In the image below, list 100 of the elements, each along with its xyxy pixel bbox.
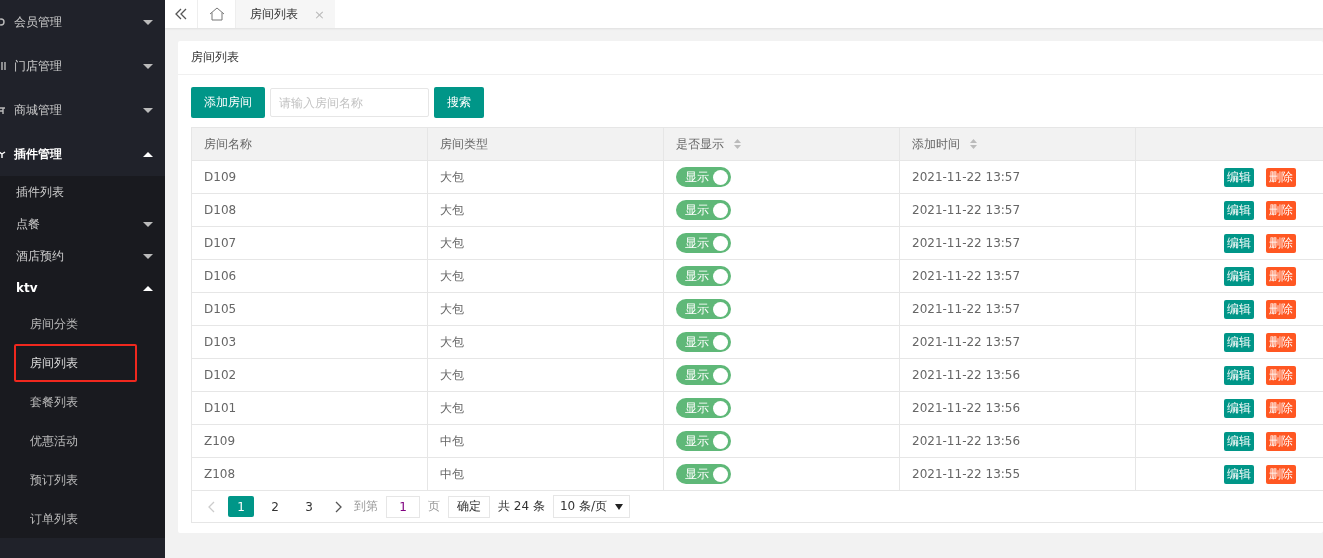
chevron-right-icon[interactable] (334, 500, 342, 513)
caret-icon (143, 151, 153, 157)
page-button[interactable]: 1 (228, 496, 254, 517)
sidebar-item[interactable]: 预订列表 (14, 461, 137, 499)
page-size-select[interactable]: 10 条/页 (552, 495, 631, 518)
goto-label: 到第 (354, 498, 378, 515)
delete-button[interactable]: 删除 (1265, 233, 1296, 253)
total-count: 共 24 条 (498, 498, 545, 515)
column-header[interactable]: 是否显示 (663, 127, 900, 161)
table-cell: Z109 (191, 424, 428, 458)
table-cell: 大包 (427, 292, 664, 326)
delete-button[interactable]: 删除 (1265, 299, 1296, 319)
sidebar-item[interactable]: 优惠活动 (14, 422, 137, 460)
visibility-switch[interactable]: 显示 (676, 464, 731, 484)
visibility-switch[interactable]: 显示 (676, 299, 731, 319)
visibility-switch[interactable]: 显示 (676, 233, 731, 253)
delete-button[interactable]: 删除 (1265, 332, 1296, 352)
caret-icon (143, 285, 153, 291)
visibility-switch[interactable]: 显示 (676, 365, 731, 385)
table-cell: 2021-11-22 13:57 (899, 259, 1136, 293)
table-cell: 大包 (427, 391, 664, 425)
caret-icon (143, 19, 153, 25)
caret-icon (143, 107, 153, 113)
table-cell: 大包 (427, 259, 664, 293)
table-cell: D107 (191, 226, 428, 260)
table-cell: D106 (191, 259, 428, 293)
table-cell: 大包 (427, 226, 664, 260)
delete-button[interactable]: 删除 (1265, 200, 1296, 220)
delete-button[interactable]: 删除 (1265, 431, 1296, 451)
visibility-switch[interactable]: 显示 (676, 200, 731, 220)
visibility-switch[interactable]: 显示 (676, 167, 731, 187)
edit-button[interactable]: 编辑 (1224, 431, 1254, 451)
confirm-button[interactable]: 确定 (448, 495, 490, 518)
page-suffix: 页 (428, 498, 440, 515)
sidebar-item[interactable]: 房间列表 (14, 344, 137, 382)
edit-button[interactable]: 编辑 (1224, 266, 1254, 286)
sidebar-item[interactable]: 房间分类 (14, 305, 137, 343)
edit-button[interactable]: 编辑 (1224, 332, 1254, 352)
table-cell: 中包 (427, 424, 664, 458)
delete-button[interactable]: 删除 (1265, 398, 1296, 418)
delete-button[interactable]: 删除 (1265, 365, 1296, 385)
edit-button[interactable]: 编辑 (1224, 167, 1254, 187)
edit-button[interactable]: 编辑 (1224, 200, 1254, 220)
caret-icon (143, 253, 153, 259)
table-cell: Z108 (191, 457, 428, 491)
table-cell: 2021-11-22 13:57 (899, 226, 1136, 260)
table-cell: 大包 (427, 325, 664, 359)
card-title: 房间列表 (178, 41, 1323, 75)
table-cell: 2021-11-22 13:56 (899, 391, 1136, 425)
sidebar-item[interactable]: 订单列表 (14, 500, 137, 538)
table-cell: 大包 (427, 160, 664, 194)
sidebar-item[interactable]: 插件列表 (0, 176, 165, 208)
caret-icon (143, 221, 153, 227)
column-header: 房间类型 (427, 127, 664, 161)
table-cell: 大包 (427, 358, 664, 392)
edit-button[interactable]: 编辑 (1224, 299, 1254, 319)
table-cell: 2021-11-22 13:56 (899, 358, 1136, 392)
table-cell: 2021-11-22 13:57 (899, 193, 1136, 227)
page-button[interactable]: 3 (296, 496, 322, 517)
sidebar-item[interactable]: 点餐 (0, 208, 165, 240)
delete-button[interactable]: 删除 (1265, 167, 1296, 187)
page-number-field[interactable]: 1 (386, 495, 420, 518)
visibility-switch[interactable]: 显示 (676, 431, 731, 451)
delete-button[interactable]: 删除 (1265, 266, 1296, 286)
dropdown-arrow-icon (615, 503, 624, 510)
table-cell: 2021-11-22 13:57 (899, 325, 1136, 359)
search-button[interactable]: 搜索 (434, 87, 484, 118)
sidebar-item[interactable]: 会员管理 (0, 0, 165, 44)
table-cell: 大包 (427, 193, 664, 227)
search-field[interactable]: 请输入房间名称 (270, 88, 429, 117)
visibility-switch[interactable]: 显示 (676, 266, 731, 286)
collapse-button[interactable] (165, 0, 198, 28)
edit-button[interactable]: 编辑 (1224, 464, 1254, 484)
tab[interactable]: 房间列表 × (236, 0, 335, 28)
edit-button[interactable]: 编辑 (1224, 233, 1254, 253)
table-cell: D102 (191, 358, 428, 392)
edit-button[interactable]: 编辑 (1224, 365, 1254, 385)
sort-icon (733, 139, 741, 149)
page-button[interactable]: 2 (262, 496, 288, 517)
sidebar-item[interactable]: ktv (0, 272, 165, 304)
visibility-switch[interactable]: 显示 (676, 332, 731, 352)
table-cell: D103 (191, 325, 428, 359)
table-cell: 2021-11-22 13:55 (899, 457, 1136, 491)
table-cell: D105 (191, 292, 428, 326)
sidebar-item[interactable]: 酒店预约 (0, 240, 165, 272)
sidebar-item[interactable]: 插件管理 (0, 132, 165, 176)
column-header[interactable]: 添加时间 (899, 127, 1136, 161)
table-cell: D108 (191, 193, 428, 227)
sidebar-item[interactable]: 套餐列表 (14, 383, 137, 421)
sidebar-item[interactable]: 门店管理 (0, 44, 165, 88)
column-header: 房间名称 (191, 127, 428, 161)
visibility-switch[interactable]: 显示 (676, 398, 731, 418)
table-cell: D109 (191, 160, 428, 194)
delete-button[interactable]: 删除 (1265, 464, 1296, 484)
add-room-button[interactable]: 添加房间 (191, 87, 265, 118)
table-cell: D101 (191, 391, 428, 425)
edit-button[interactable]: 编辑 (1224, 398, 1254, 418)
table-cell: 中包 (427, 457, 664, 491)
sidebar-item[interactable]: 商城管理 (0, 88, 165, 132)
sort-icon (969, 139, 977, 149)
